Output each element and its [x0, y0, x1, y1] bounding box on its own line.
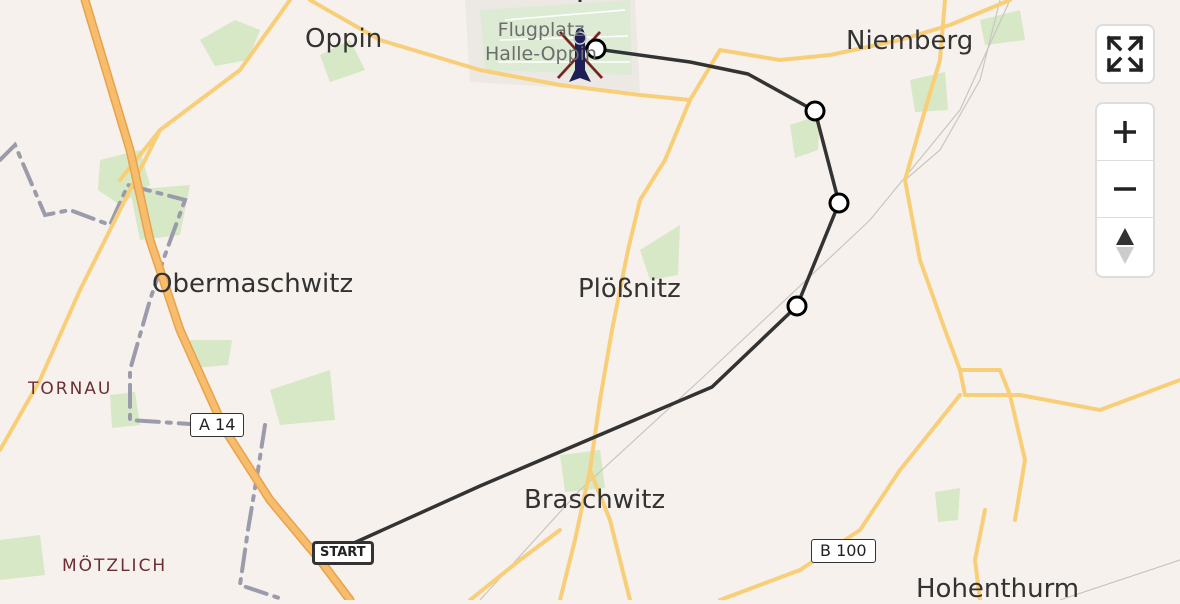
waypoint-1	[786, 295, 808, 317]
district-label-tornau: TORNAU	[28, 379, 113, 399]
zoom-control-group	[1095, 102, 1155, 278]
minus-icon	[1114, 187, 1136, 191]
airport-label-line1: Flugplatz	[497, 19, 585, 41]
waypoint-2	[828, 192, 850, 214]
fullscreen-control	[1095, 24, 1155, 84]
road-shield-a14: A 14	[190, 413, 245, 437]
waypoint-3	[804, 100, 826, 122]
zoom-in-button[interactable]	[1097, 104, 1153, 160]
route-start-marker[interactable]: START	[312, 541, 374, 565]
district-label-moetzlich: MÖTZLICH	[62, 556, 168, 576]
zoom-out-button[interactable]	[1097, 161, 1153, 217]
place-label-niemberg: Niemberg	[846, 26, 974, 56]
compass-icon	[1116, 228, 1134, 264]
motorway-a14	[80, 0, 355, 600]
airport-label-line2: Halle-Oppin	[485, 43, 597, 65]
road-shield-b100: B 100	[811, 539, 876, 563]
place-label-ploessnitz: Plößnitz	[578, 274, 681, 304]
place-label-oppin: Oppin	[305, 24, 383, 54]
airport-label: Flugplatz Halle-Oppin	[465, 18, 617, 66]
fullscreen-icon	[1106, 35, 1144, 73]
reset-north-button[interactable]	[1097, 218, 1153, 274]
place-label-obermaschwitz: Obermaschwitz	[152, 269, 354, 299]
fullscreen-button[interactable]	[1097, 26, 1153, 82]
plus-icon	[1114, 121, 1136, 143]
place-label-braschwitz: Braschwitz	[524, 485, 666, 515]
